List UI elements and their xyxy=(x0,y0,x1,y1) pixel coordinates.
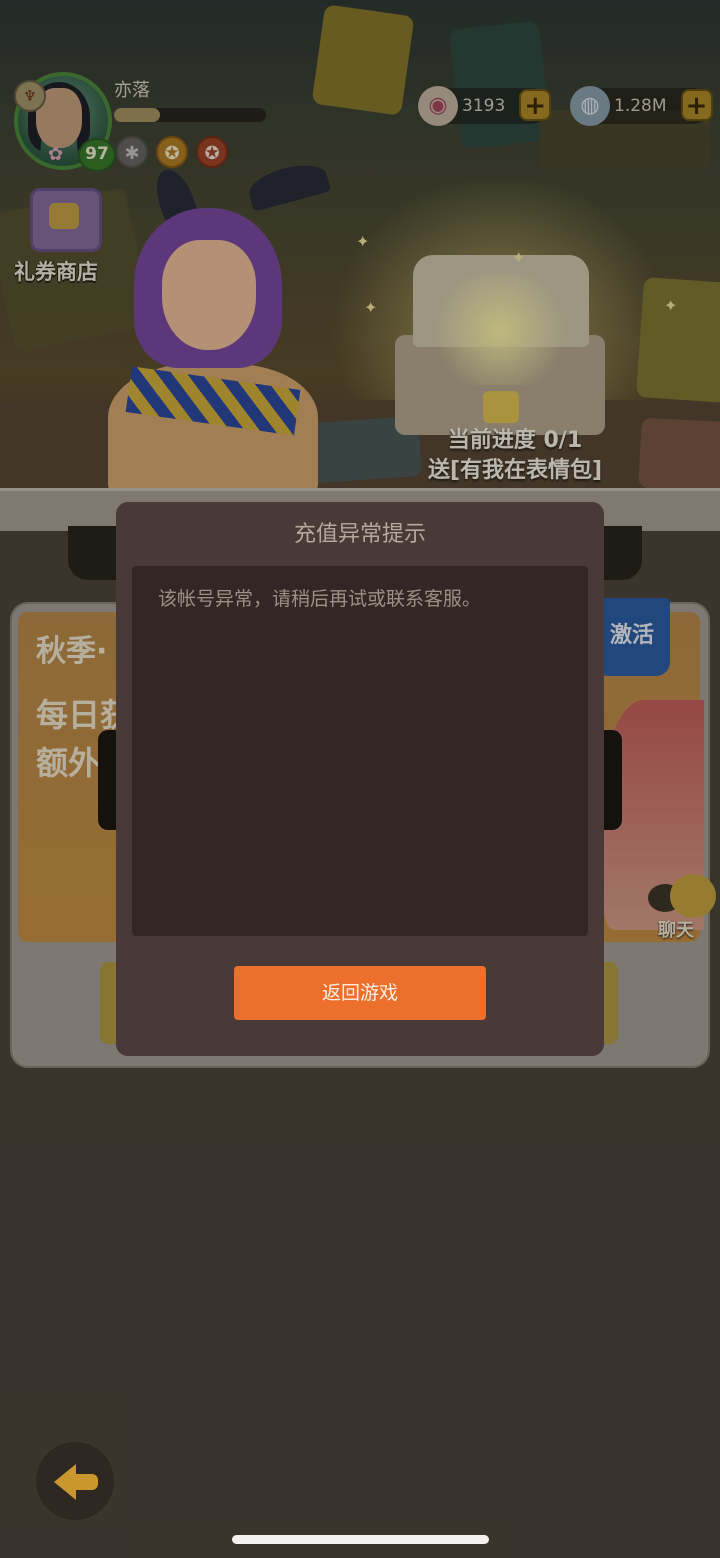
dialog-title: 充值异常提示 xyxy=(293,522,426,547)
back-arrow-tail xyxy=(74,1474,98,1490)
home-indicator[interactable] xyxy=(232,1535,489,1544)
return-to-game-button[interactable]: 返回游戏 xyxy=(234,966,486,1020)
back-button[interactable] xyxy=(34,1440,116,1522)
back-arrow-icon xyxy=(54,1464,76,1500)
dialog-message: 该帐号异常，请稍后再试或联系客服。 xyxy=(158,588,482,610)
dialog-body: 该帐号异常，请稍后再试或联系客服。 xyxy=(132,566,588,936)
recharge-error-dialog: 充值异常提示 该帐号异常，请稍后再试或联系客服。 返回游戏 xyxy=(116,502,604,1056)
